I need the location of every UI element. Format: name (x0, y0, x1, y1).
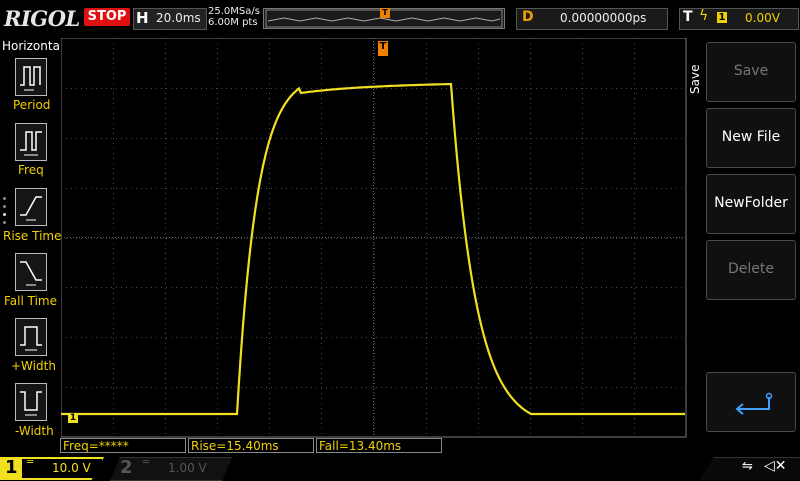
negative-width-button[interactable] (15, 383, 47, 421)
usb-icon: ⇋ (742, 459, 753, 474)
menu-title: Save (688, 64, 702, 94)
run-stop-status[interactable]: STOP (84, 8, 130, 26)
period-icon (20, 66, 41, 91)
negative-width-label: -Width (15, 424, 54, 438)
period-label: Period (13, 98, 51, 112)
freq-label: Freq (18, 163, 44, 177)
channel1-offset-marker[interactable]: 1 (68, 413, 78, 423)
time-per-div: 20.0ms (156, 11, 201, 25)
trigger-letter: T (683, 9, 693, 25)
fall-time-icon (20, 261, 42, 286)
negative-width-icon (20, 391, 42, 416)
freq-button[interactable] (15, 123, 47, 161)
positive-width-button[interactable] (15, 318, 47, 356)
save-button[interactable]: Save (706, 42, 796, 102)
rise-time-label: Rise Time (3, 229, 62, 243)
delay-letter: D (522, 9, 534, 25)
trigger-position-marker[interactable]: T (378, 41, 388, 56)
page-dot (3, 213, 6, 216)
freq-icon (20, 131, 42, 156)
fall-time-label: Fall Time (4, 294, 58, 308)
new-folder-button[interactable]: NewFolder (706, 174, 796, 234)
channel1-label: 1 (5, 457, 18, 478)
horizontal-letter: H (136, 9, 149, 27)
enter-arrow-icon (735, 392, 773, 415)
save-menu-title-area: Save (688, 42, 704, 102)
rising-edge-icon: ϟ (699, 8, 709, 24)
fall-time-button[interactable] (15, 253, 47, 291)
channel1-scale: 10.0 V (52, 461, 91, 475)
speaker-mute-icon[interactable]: ◁✕ (764, 458, 787, 474)
memory-overview-window: T (263, 8, 505, 29)
positive-width-icon (20, 326, 42, 351)
channel2-scale: 1.00 V (168, 461, 207, 475)
save-label: Save (733, 63, 769, 79)
page-dot (3, 197, 6, 200)
trigger-level: 0.00V (745, 11, 780, 25)
menu-title: Horizontal (2, 39, 64, 53)
rise-measurement: Rise=15.40ms (188, 438, 314, 453)
fall-measurement: Fall=13.40ms (316, 438, 442, 453)
trigger-box[interactable] (679, 8, 799, 30)
memory-depth: 6.00M pts (208, 17, 258, 28)
rise-time-icon (20, 196, 42, 221)
freq-measurement: Freq=***** (60, 438, 186, 453)
page-dot (3, 221, 6, 224)
page-dot (3, 205, 6, 208)
new-file-label: New File (721, 129, 781, 145)
brand-logo: RIGOL (4, 6, 80, 31)
memory-trigger-marker: T (380, 8, 390, 18)
sample-rate: 25.0MSa/s (208, 6, 260, 17)
dc-coupling-icon: ═ (27, 457, 34, 468)
delete-label: Delete (728, 261, 774, 277)
rise-time-button[interactable] (15, 188, 47, 226)
acquisition-info: 25.0MSa/s 6.00M pts (208, 6, 260, 28)
period-button[interactable] (15, 58, 47, 96)
dc-coupling-icon: ═ (143, 457, 150, 468)
channel2-label: 2 (120, 457, 133, 478)
new-folder-label: NewFolder (714, 195, 788, 211)
new-file-button[interactable]: New File (706, 108, 796, 168)
positive-width-label: +Width (11, 359, 56, 373)
trigger-source: 1 (717, 12, 727, 23)
enter-button[interactable] (706, 372, 796, 432)
waveform-display[interactable] (61, 38, 687, 438)
delete-button[interactable]: Delete (706, 240, 796, 300)
delay-value: 0.00000000ps (560, 11, 647, 25)
